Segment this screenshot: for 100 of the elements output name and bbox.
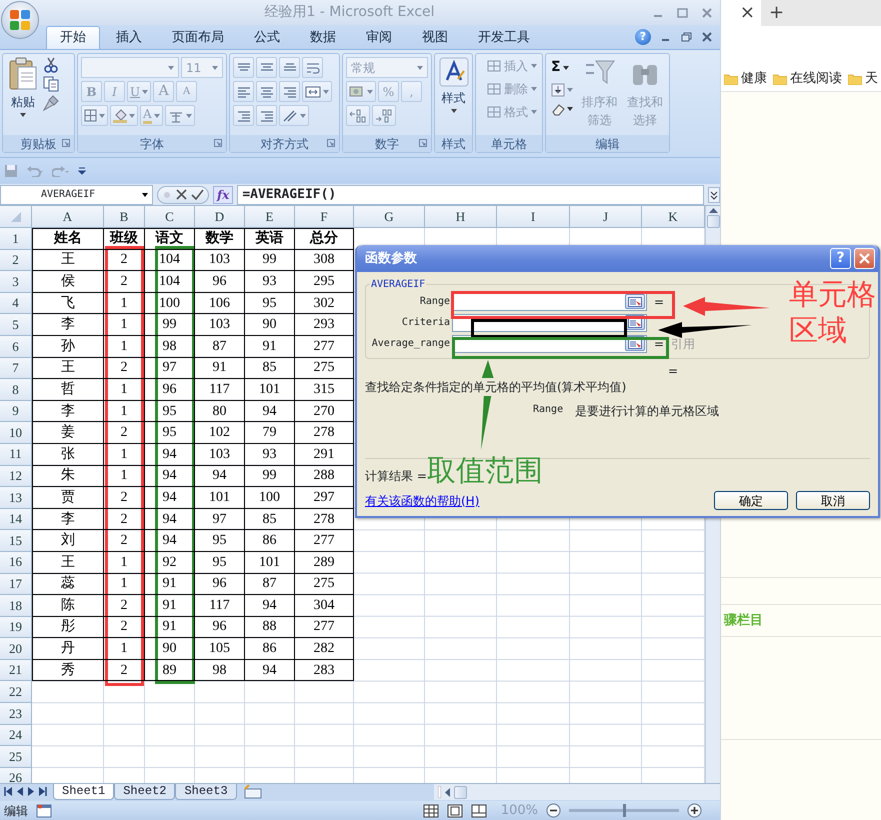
help-link[interactable]: 有关该函数的帮助(H) — [365, 492, 480, 510]
align-top-button[interactable] — [233, 57, 254, 78]
decrease-indent-button[interactable] — [233, 105, 254, 126]
row-header[interactable]: 2 — [0, 250, 32, 272]
ribbon-tab[interactable]: 审阅 — [352, 26, 406, 49]
decrease-decimal-button[interactable] — [372, 105, 396, 126]
slider-thumb[interactable] — [623, 804, 626, 817]
dialog-launcher-icon[interactable] — [62, 139, 70, 147]
align-right-button[interactable] — [279, 81, 300, 102]
normal-view-icon[interactable] — [422, 804, 439, 818]
center-button[interactable] — [256, 81, 277, 102]
scrollbar-thumb[interactable] — [454, 786, 467, 798]
sheet-tab[interactable]: Sheet3 — [175, 784, 237, 800]
wrap-text-button[interactable] — [302, 57, 323, 78]
sheet-tab[interactable]: Sheet1 — [53, 784, 114, 800]
formula-field[interactable]: =AVERAGEIF() — [237, 184, 704, 204]
row-header[interactable]: 26 — [0, 768, 32, 783]
column-header[interactable]: D — [195, 206, 245, 228]
bookmark[interactable]: 在线阅读 — [773, 68, 842, 88]
row-header[interactable]: 19 — [0, 616, 32, 638]
macro-record-icon[interactable] — [36, 804, 52, 818]
row-header[interactable]: 20 — [0, 638, 32, 660]
row-header[interactable]: 25 — [0, 746, 32, 768]
brush-icon[interactable] — [43, 95, 59, 111]
autosum-button[interactable]: Σ — [549, 57, 576, 78]
column-header[interactable]: A — [32, 206, 104, 228]
splitter-icon[interactable] — [438, 786, 441, 798]
column-header[interactable]: G — [354, 206, 425, 228]
dialog-launcher-icon[interactable] — [419, 139, 427, 147]
ribbon-tab[interactable]: 开发工具 — [464, 26, 544, 49]
row-header[interactable]: 13 — [0, 487, 32, 509]
ribbon-tab[interactable]: 页面布局 — [158, 26, 238, 49]
check-icon[interactable] — [191, 189, 204, 200]
zoom-in-icon[interactable] — [687, 803, 702, 818]
phonetic-button[interactable] — [164, 105, 195, 126]
row-header[interactable]: 7 — [0, 358, 32, 380]
fill-color-button[interactable] — [110, 105, 138, 126]
align-bottom-button[interactable] — [279, 57, 300, 78]
maximize-icon[interactable] — [677, 8, 688, 18]
column-header[interactable]: H — [425, 206, 497, 228]
page-layout-view-icon[interactable] — [446, 804, 463, 818]
orientation-button[interactable] — [279, 105, 309, 126]
merge-button[interactable] — [302, 81, 332, 102]
copy-icon[interactable] — [43, 76, 59, 92]
row-header[interactable]: 24 — [0, 724, 32, 746]
restore-icon[interactable] — [681, 32, 692, 42]
row-header[interactable]: 21 — [0, 660, 32, 682]
row-header[interactable]: 5 — [0, 314, 32, 336]
insert-function-button[interactable]: fx — [213, 186, 234, 204]
increase-indent-button[interactable] — [256, 105, 277, 126]
ribbon-tab[interactable]: 公式 — [240, 26, 294, 49]
column-header[interactable]: K — [642, 206, 705, 228]
scroll-up-icon[interactable] — [708, 208, 718, 213]
bookmark[interactable]: 天 — [848, 68, 878, 88]
close-icon[interactable] — [702, 32, 712, 42]
row-header[interactable]: 22 — [0, 681, 32, 704]
row-header[interactable]: 23 — [0, 703, 32, 725]
accounting-button[interactable] — [346, 81, 376, 102]
column-header[interactable]: F — [295, 206, 354, 228]
ribbon-tab[interactable]: 数据 — [296, 26, 350, 49]
close-icon[interactable] — [702, 8, 712, 18]
row-header[interactable]: 12 — [0, 466, 32, 488]
scissors-icon[interactable] — [43, 57, 59, 73]
previous-sheet-icon[interactable] — [17, 787, 23, 796]
row-header[interactable]: 15 — [0, 530, 32, 552]
ribbon-tab[interactable]: 插入 — [102, 26, 156, 49]
dialog-button[interactable]: 确定 — [714, 491, 788, 510]
scrollbar-thumb[interactable] — [706, 215, 720, 228]
new-tab-button[interactable]: + — [769, 0, 784, 26]
row-header[interactable]: 8 — [0, 379, 32, 401]
scroll-left-icon[interactable] — [445, 788, 450, 796]
next-sheet-icon[interactable] — [28, 787, 34, 796]
column-header[interactable]: J — [570, 206, 642, 228]
sheet-tab[interactable]: Sheet2 — [114, 784, 176, 800]
row-header[interactable]: 10 — [0, 422, 32, 444]
fill-button[interactable] — [549, 83, 576, 97]
close-button[interactable] — [854, 248, 875, 269]
dialog-launcher-icon[interactable] — [214, 139, 222, 147]
name-box[interactable]: AVERAGEIF — [0, 184, 153, 204]
bookmark[interactable]: 健康 — [724, 68, 767, 88]
ribbon-tab[interactable]: 视图 — [408, 26, 462, 49]
customize-icon[interactable] — [78, 167, 86, 175]
row-header[interactable]: 16 — [0, 552, 32, 574]
cancel-icon[interactable] — [176, 189, 187, 200]
borders-button[interactable] — [81, 105, 108, 126]
row-header[interactable]: 17 — [0, 574, 32, 596]
row-header[interactable]: 1 — [0, 228, 32, 250]
row-header[interactable]: 18 — [0, 595, 32, 617]
row-header[interactable]: 11 — [0, 444, 32, 466]
align-left-button[interactable] — [233, 81, 254, 102]
row-header[interactable]: 6 — [0, 336, 32, 358]
last-sheet-icon[interactable] — [39, 787, 47, 796]
column-header[interactable]: E — [245, 206, 295, 228]
styles-button[interactable]: 样式 — [438, 57, 469, 132]
expand-formula-icon[interactable] — [708, 186, 720, 202]
dialog-button[interactable]: 取消 — [796, 491, 870, 510]
row-header[interactable]: 4 — [0, 292, 32, 314]
column-header[interactable]: C — [145, 206, 195, 228]
row-header[interactable]: 14 — [0, 508, 32, 530]
row-header[interactable]: 9 — [0, 400, 32, 422]
